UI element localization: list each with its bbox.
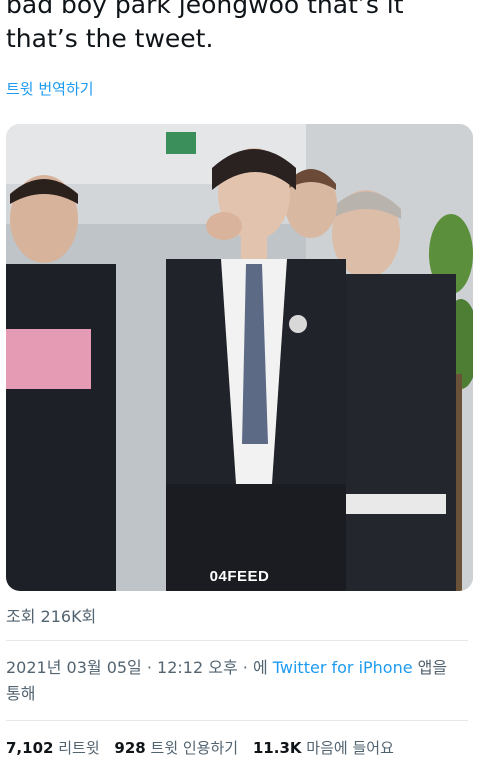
quote-tweets-stat[interactable]: 928 트윗 인용하기 (114, 739, 238, 757)
likes-count: 11.3K (252, 739, 302, 757)
likes-label: 마음에 들어요 (306, 739, 394, 757)
retweets-stat[interactable]: 7,102 리트윗 (6, 739, 100, 757)
retweets-count: 7,102 (6, 739, 54, 757)
divider (6, 720, 468, 721)
view-count: 조회 216K회 (6, 607, 97, 626)
tweet-time: 12:12 오후 (157, 658, 238, 677)
tweet-photo[interactable]: 04FEED (6, 124, 473, 591)
photo-image (6, 124, 473, 591)
meta-separator: · (237, 658, 253, 677)
via-prefix: 에 (252, 658, 273, 677)
divider (6, 640, 468, 641)
engagement-stats: 7,102 리트윗 928 트윗 인용하기 11.3K 마음에 들어요 (6, 737, 404, 758)
meta-separator: · (141, 658, 158, 677)
tweet-metadata: 2021년 03월 05일 · 12:12 오후 · 에 Twitter for… (6, 655, 466, 707)
tweet-text: bad boy park jeongwoo that’s it that’s t… (6, 0, 404, 53)
video-watermark: 04FEED (209, 568, 270, 585)
tweet-date: 2021년 03월 05일 (6, 658, 142, 677)
retweets-label: 리트윗 (58, 739, 100, 757)
translate-tweet-link[interactable]: 트윗 번역하기 (6, 78, 94, 99)
tweet-detail-page: bad boy park jeongwoo that’s it that’s t… (0, 0, 480, 761)
source-app-link[interactable]: Twitter for iPhone (273, 658, 413, 677)
quote-tweets-count: 928 (114, 739, 146, 757)
quote-tweets-label: 트윗 인용하기 (150, 739, 239, 757)
likes-stat[interactable]: 11.3K 마음에 들어요 (253, 739, 394, 757)
